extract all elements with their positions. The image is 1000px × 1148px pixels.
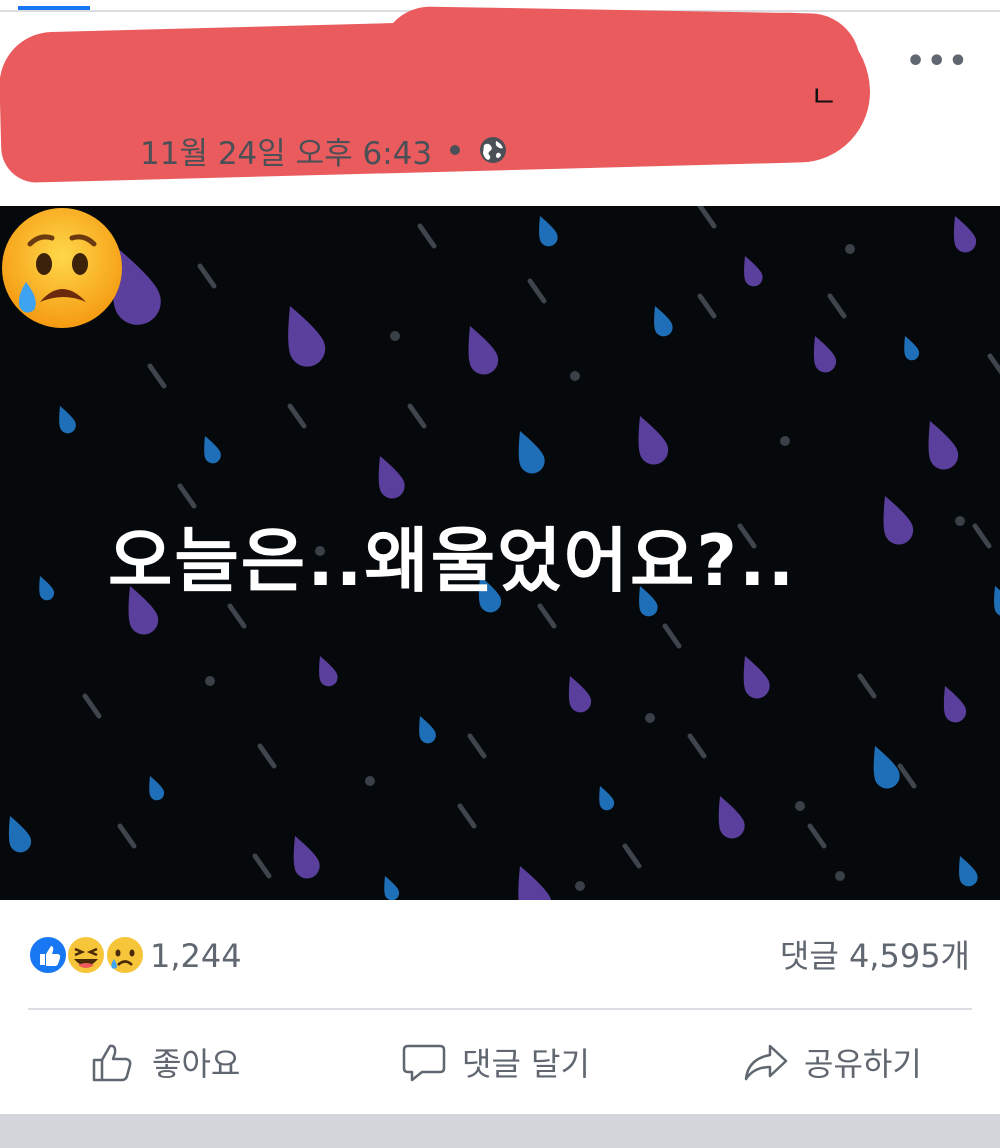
raindrop [39, 576, 55, 601]
raindrop [384, 876, 400, 900]
raindrop [599, 786, 615, 811]
post-action-bar: 좋아요 댓글 달기 공유하기 [0, 1010, 1000, 1114]
rain-streak [972, 523, 992, 549]
share-button[interactable]: 공유하기 [742, 1036, 922, 1088]
raindrop [319, 656, 338, 687]
reaction-count[interactable]: 1,244 [150, 936, 242, 976]
raindrop [718, 796, 745, 839]
rain-streak [827, 293, 847, 319]
rain-streak [252, 853, 272, 879]
rain-streak [662, 623, 682, 649]
comment-bubble-icon [402, 1044, 446, 1082]
raindrop [943, 686, 967, 723]
rain-streak [467, 733, 487, 759]
rain-dot [575, 881, 585, 891]
rain-streak [147, 363, 167, 389]
rain-streak [527, 278, 547, 304]
like-label: 좋아요 [152, 1045, 241, 1083]
separator-dot [450, 145, 461, 155]
share-arrow-icon [744, 1044, 788, 1081]
rain-streak [287, 403, 307, 429]
raindrop [953, 216, 977, 253]
rain-streak [987, 353, 1000, 375]
reaction-icons[interactable] [28, 934, 148, 976]
comment-count[interactable]: 댓글 4,595개 [780, 936, 970, 976]
raindrop [288, 306, 326, 367]
raindrop [8, 816, 32, 853]
rain-dot [795, 801, 805, 811]
raindrop [518, 431, 545, 474]
rain-streak [697, 206, 717, 229]
rain-dot [845, 244, 855, 254]
feed-separator [0, 1114, 1000, 1148]
haha-icon [66, 935, 106, 975]
raindrop [654, 306, 673, 337]
globe-icon [480, 137, 507, 163]
share-label: 공유하기 [804, 1045, 922, 1083]
sad-tear-emoji-icon [2, 208, 122, 328]
post-timestamp[interactable]: 11월 24일 오후 6:43 [140, 128, 432, 173]
thumbs-up-icon [92, 1044, 132, 1082]
post-header: ㄴ ••• 11월 24일 오후 6:43 [0, 5, 1000, 206]
rain-streak [687, 733, 707, 759]
rain-streak [897, 763, 917, 789]
post-meta: 11월 24일 오후 6:43 [140, 128, 508, 173]
rain-streak [117, 823, 137, 849]
like-button[interactable]: 좋아요 [90, 1036, 240, 1088]
rain-streak [807, 823, 827, 849]
raindrop [743, 656, 770, 699]
raindrop [293, 836, 320, 879]
post-image[interactable]: 오늘은..왜울었어요?.. [0, 206, 1000, 900]
image-caption: 오늘은..왜울었어요?.. [108, 520, 797, 602]
rain-dot [570, 371, 580, 381]
raindrop [419, 716, 436, 744]
rain-streak [457, 803, 477, 829]
rain-dot [780, 436, 790, 446]
rain-streak [407, 403, 427, 429]
raindrop [568, 676, 592, 713]
rain-streak [697, 293, 717, 319]
active-tab-indicator [18, 6, 90, 10]
raindrop [873, 746, 900, 789]
rain-dot [835, 871, 845, 881]
rain-dot [955, 516, 965, 526]
reactions-summary: 1,244 댓글 4,595개 [0, 900, 1000, 1008]
author-name[interactable]: ㄴ [810, 72, 838, 116]
raindrop [518, 866, 552, 900]
author-name-redaction [379, 5, 861, 115]
rain-dot [390, 331, 400, 341]
raindrop [813, 336, 837, 373]
comment-button[interactable]: 댓글 달기 [400, 1036, 590, 1088]
raindrop [904, 336, 920, 361]
comment-label: 댓글 달기 [462, 1045, 590, 1083]
raindrop [959, 856, 978, 887]
raindrop [744, 256, 763, 287]
raindrop [928, 421, 959, 470]
raindrop [468, 326, 499, 375]
more-options-button[interactable]: ••• [906, 47, 968, 77]
raindrop [539, 216, 558, 247]
rain-streak [622, 843, 642, 869]
rain-streak [417, 223, 437, 249]
rain-streak [177, 483, 197, 509]
raindrop [638, 416, 669, 465]
rain-streak [197, 263, 217, 289]
rain-streak [257, 743, 277, 769]
sad-icon [105, 935, 145, 975]
rain-dot [365, 776, 375, 786]
raindrop [204, 436, 221, 464]
like-icon [28, 935, 68, 975]
raindrop [149, 776, 165, 801]
raindrop [994, 586, 1000, 617]
rain-streak [82, 693, 102, 719]
raindrop [378, 456, 405, 499]
raindrop [59, 406, 76, 434]
rain-dot [205, 676, 215, 686]
rain-streak [857, 673, 877, 699]
rain-dot [645, 713, 655, 723]
